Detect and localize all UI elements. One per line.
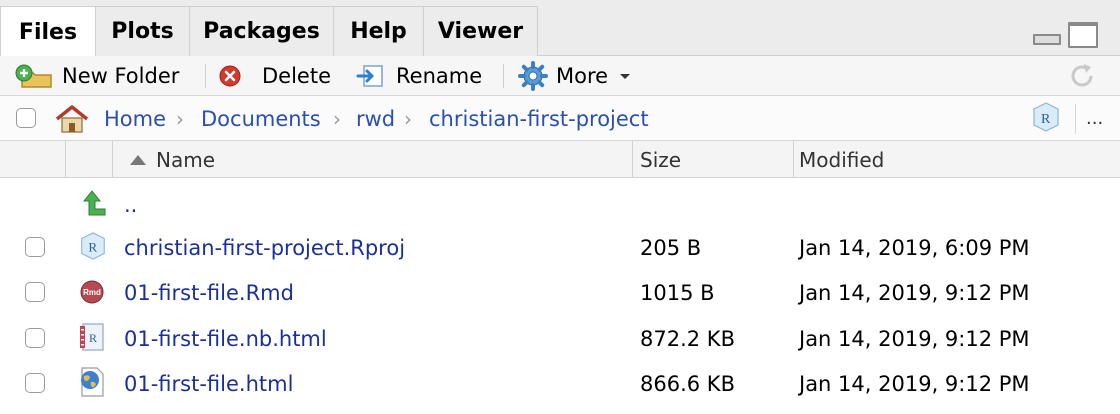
tab-plots-label: Plots: [111, 19, 174, 44]
tab-help-label: Help: [350, 19, 407, 44]
tab-viewer-label: Viewer: [437, 19, 524, 44]
tab-help[interactable]: Help: [333, 6, 424, 56]
file-name: 01-first-file.nb.html: [124, 326, 327, 351]
rproj-icon: R: [81, 232, 105, 260]
breadcrumb-rwd[interactable]: rwd: [356, 96, 395, 141]
parent-directory-row[interactable]: ..: [0, 182, 1120, 227]
file-modified: Jan 14, 2019, 9:12 PM: [799, 371, 1030, 396]
path-breadcrumb-bar: Home › Documents › rwd › christian-first…: [0, 96, 1120, 141]
gear-icon: [518, 61, 548, 91]
file-name: christian-first-project.Rproj: [124, 235, 406, 260]
svg-text:R: R: [89, 331, 97, 345]
table-row: R christian-first-project.Rproj 205 B Ja…: [0, 225, 1120, 270]
file-size: 866.6 KB: [640, 371, 735, 396]
more-label: More: [556, 64, 609, 88]
tab-plots[interactable]: Plots: [95, 6, 190, 56]
table-row: R 01-first-file.nb.html 872.2 KB Jan 14,…: [0, 316, 1120, 361]
breadcrumb-divider: [1075, 104, 1076, 134]
row-checkbox[interactable]: [25, 328, 45, 348]
select-all-checkbox[interactable]: [16, 108, 36, 128]
rename-button[interactable]: Rename: [356, 56, 482, 96]
rename-label: Rename: [396, 64, 483, 88]
breadcrumb-overflow-button[interactable]: ...: [1086, 96, 1103, 141]
chevron-right-icon: ›: [176, 106, 184, 131]
pane-tab-bar: Files Plots Packages Help Viewer: [0, 0, 1120, 57]
table-row: 01-first-file.html 866.6 KB Jan 14, 2019…: [0, 361, 1120, 406]
sort-ascending-icon: [130, 154, 146, 165]
tab-packages[interactable]: Packages: [189, 6, 334, 56]
modified-column-header[interactable]: Modified: [799, 141, 884, 178]
svg-text:R: R: [88, 240, 97, 255]
file-name-link[interactable]: 01-first-file.Rmd: [124, 270, 294, 315]
delete-button[interactable]: Delete: [218, 56, 331, 96]
overflow-label: ...: [1086, 108, 1104, 129]
file-modified: Jan 14, 2019, 9:12 PM: [799, 280, 1030, 305]
tab-viewer[interactable]: Viewer: [423, 6, 538, 56]
file-size: 1015 B: [640, 280, 715, 305]
row-checkbox[interactable]: [25, 237, 45, 257]
column-divider: [65, 141, 66, 178]
row-checkbox[interactable]: [25, 282, 45, 302]
file-name: 01-first-file.html: [124, 371, 294, 396]
home-icon[interactable]: [54, 104, 90, 134]
tab-packages-label: Packages: [203, 19, 320, 44]
parent-directory-link[interactable]: ..: [124, 182, 137, 227]
file-modified: Jan 14, 2019, 6:09 PM: [799, 235, 1030, 260]
column-divider: [793, 141, 794, 178]
parent-directory-label: ..: [124, 192, 138, 217]
file-size: 205 B: [640, 235, 702, 260]
breadcrumb-home-label: Home: [104, 106, 167, 131]
breadcrumb-documents-label: Documents: [201, 106, 321, 131]
file-modified: Jan 14, 2019, 9:12 PM: [799, 326, 1030, 351]
html-globe-icon: [81, 367, 104, 397]
file-list-header: Name Size Modified: [0, 141, 1120, 178]
column-divider: [112, 141, 113, 178]
chevron-right-icon: ›: [333, 106, 341, 131]
go-to-project-directory-icon[interactable]: R: [1030, 101, 1062, 133]
toolbar-divider: [205, 64, 206, 88]
delete-icon: [219, 65, 241, 87]
svg-text:Rmd: Rmd: [83, 288, 101, 297]
toolbar-divider: [503, 64, 504, 88]
file-name: 01-first-file.Rmd: [124, 280, 294, 305]
name-column-header[interactable]: Name: [128, 141, 215, 178]
size-column-header[interactable]: Size: [640, 141, 681, 178]
table-row: Rmd 01-first-file.Rmd 1015 B Jan 14, 201…: [0, 270, 1120, 315]
maximize-pane-button[interactable]: [1068, 22, 1098, 48]
breadcrumb-home[interactable]: Home: [104, 96, 166, 141]
size-column-label: Size: [640, 147, 682, 172]
rmd-icon: Rmd: [80, 280, 104, 304]
minimize-pane-button[interactable]: [1033, 34, 1061, 45]
new-folder-button[interactable]: New Folder: [14, 56, 179, 96]
caret-down-icon: [620, 74, 631, 79]
file-name-link[interactable]: 01-first-file.nb.html: [124, 316, 327, 361]
breadcrumb-current-folder[interactable]: christian-first-project: [429, 96, 649, 141]
file-size: 872.2 KB: [640, 326, 735, 351]
rename-icon: [356, 65, 383, 87]
new-folder-label: New Folder: [62, 64, 180, 88]
tab-files[interactable]: Files: [0, 6, 96, 57]
notebook-icon: R: [80, 323, 104, 351]
breadcrumb-current-folder-label: christian-first-project: [429, 106, 649, 131]
files-toolbar: New Folder Delete Rename More: [0, 56, 1120, 96]
modified-column-label: Modified: [799, 147, 885, 172]
delete-label: Delete: [262, 64, 331, 88]
up-arrow-icon: [82, 190, 106, 216]
svg-text:R: R: [1041, 112, 1051, 127]
new-folder-icon: [15, 64, 52, 88]
column-divider: [632, 141, 633, 178]
breadcrumb-rwd-label: rwd: [356, 106, 396, 131]
refresh-icon[interactable]: [1066, 60, 1098, 92]
chevron-right-icon: ›: [404, 106, 412, 131]
row-checkbox[interactable]: [25, 373, 45, 393]
breadcrumb-documents[interactable]: Documents: [201, 96, 321, 141]
file-name-link[interactable]: christian-first-project.Rproj: [124, 225, 405, 270]
file-name-link[interactable]: 01-first-file.html: [124, 361, 293, 406]
tab-files-label: Files: [18, 19, 78, 45]
name-column-label: Name: [156, 147, 216, 172]
more-menu-button[interactable]: More: [518, 56, 632, 96]
